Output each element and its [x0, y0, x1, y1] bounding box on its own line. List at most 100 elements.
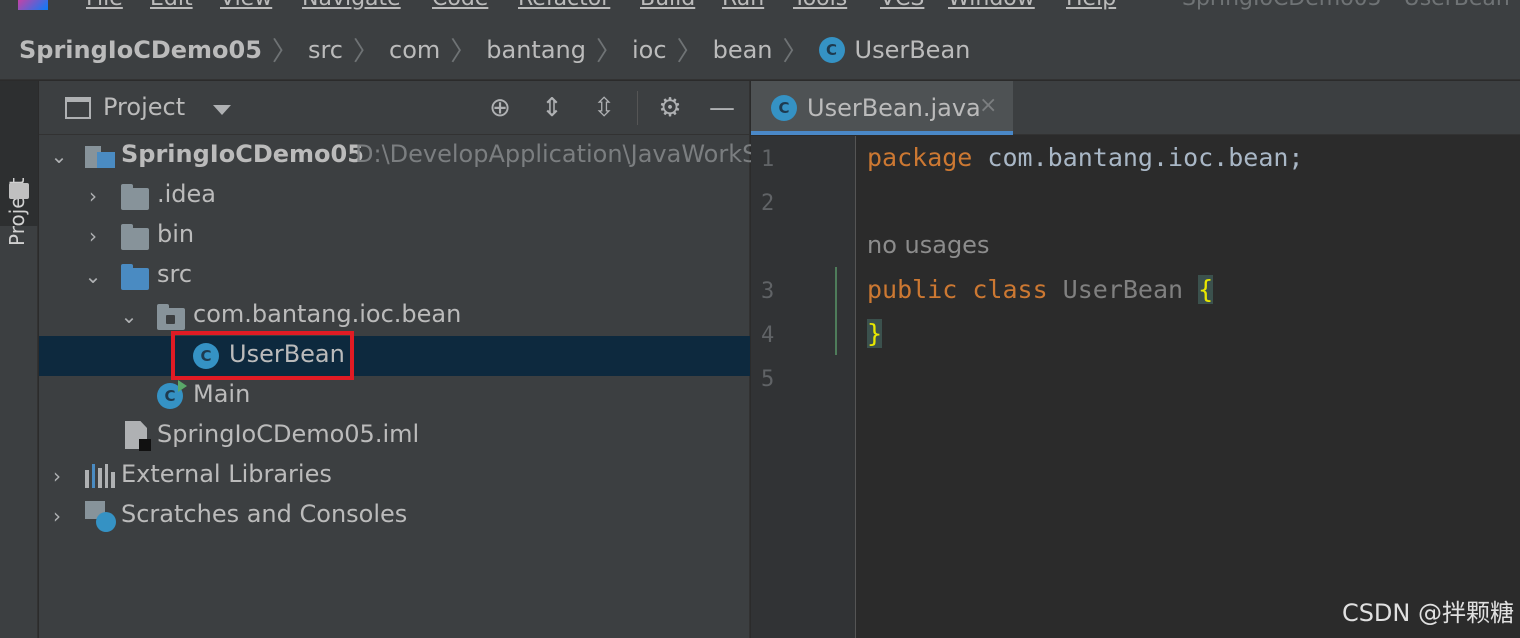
tree-item-label: Main [193, 380, 251, 408]
keyword-package: package [867, 143, 973, 172]
class-name: UserBean [1062, 275, 1184, 304]
breadcrumb-project[interactable]: SpringIoCDemo05 [19, 36, 262, 64]
open-brace: { [1198, 275, 1214, 304]
tree-item-project-root[interactable]: ⌄ SpringIoCDemo05 D:\DevelopApplication\… [39, 136, 757, 176]
code-area[interactable]: package com.bantang.ioc.bean; no usages … [857, 136, 1520, 638]
tree-item-scratches[interactable]: › Scratches and Consoles [39, 496, 750, 536]
menu-code[interactable]: Code [432, 0, 488, 11]
menu-file[interactable]: File [86, 0, 123, 11]
chevron-right-icon: 〉 [450, 37, 477, 67]
code-line-3: public class UserBean { [867, 275, 1214, 304]
menu-build[interactable]: Build [640, 0, 695, 11]
collapse-all-icon[interactable]: ⇳ [589, 93, 619, 123]
tree-item-package[interactable]: ⌄ com.bantang.ioc.bean [39, 296, 750, 336]
vcs-change-marker [835, 267, 837, 355]
tree-item-label: com.bantang.ioc.bean [193, 300, 462, 328]
breadcrumb-bean[interactable]: bean [713, 36, 773, 64]
chevron-right-icon[interactable]: › [83, 184, 103, 208]
breadcrumb-com[interactable]: com [389, 36, 440, 64]
close-icon[interactable]: × [979, 93, 997, 118]
package-name: com.bantang.ioc.bean; [972, 143, 1304, 172]
window-title: SpringIoCDemo05 - UserBean [1182, 0, 1510, 11]
line-number-gutter: 1 2 3 4 5 [751, 136, 856, 638]
tree-item-external-libraries[interactable]: › External Libraries [39, 456, 750, 496]
chevron-right-icon[interactable]: › [47, 464, 67, 488]
tree-item-bin[interactable]: › bin [39, 216, 750, 256]
project-window-icon [65, 97, 91, 119]
menu-tools[interactable]: Tools [793, 0, 847, 11]
tree-item-label: Scratches and Consoles [121, 500, 408, 528]
breadcrumb: SpringIoCDemo05 〉 src 〉 com 〉 bantang 〉 … [0, 20, 1520, 80]
line-number: 1 [761, 147, 775, 172]
class-letter: C [164, 387, 176, 405]
dropdown-arrow-icon[interactable] [213, 105, 231, 115]
menu-window[interactable]: Window [948, 0, 1035, 11]
line-number: 2 [761, 191, 775, 216]
project-panel-title[interactable]: Project [103, 93, 185, 121]
tree-item-label: bin [157, 220, 195, 248]
hide-panel-icon[interactable]: — [707, 93, 737, 123]
keyword-public: public [867, 275, 958, 304]
chevron-right-icon: 〉 [352, 37, 379, 67]
java-class-icon: C [818, 36, 845, 63]
tree-item-main[interactable]: C Main [39, 376, 750, 416]
chevron-right-icon: 〉 [676, 37, 703, 67]
java-main-class-icon: C [157, 380, 187, 409]
menu-vcs[interactable]: VCS [880, 0, 924, 11]
menu-refactor[interactable]: Refactor [518, 0, 610, 11]
chevron-right-icon: 〉 [596, 37, 623, 67]
tree-item-label: External Libraries [121, 460, 332, 488]
menu-edit[interactable]: Edit [150, 0, 193, 11]
menu-view[interactable]: View [220, 0, 272, 11]
tree-item-label: src [157, 260, 193, 288]
intellij-logo-icon [18, 0, 48, 10]
toolbar-divider [637, 91, 638, 125]
tree-item-idea[interactable]: › .idea [39, 176, 750, 216]
code-line-4: } [867, 319, 883, 348]
tree-item-src[interactable]: ⌄ src [39, 256, 750, 296]
tree-item-label: SpringIoCDemo05 [121, 140, 364, 168]
breadcrumb-src[interactable]: src [308, 36, 343, 64]
editor-tab-bar: C UserBean.java × [751, 81, 1520, 135]
watermark: CSDN @拌颗糖 [1341, 599, 1514, 627]
project-tool-tab[interactable]: Project [0, 81, 38, 246]
chevron-down-icon[interactable]: ⌄ [119, 304, 139, 328]
chevron-down-icon[interactable]: ⌄ [49, 144, 69, 168]
breadcrumb-bantang[interactable]: bantang [486, 36, 586, 64]
chevron-down-icon[interactable]: ⌄ [83, 264, 103, 288]
keyword-class: class [957, 275, 1063, 304]
folder-icon [9, 183, 29, 199]
menu-help[interactable]: Help [1066, 0, 1116, 11]
close-brace: } [867, 319, 883, 348]
line-number: 5 [761, 367, 775, 392]
menu-navigate[interactable]: Navigate [302, 0, 401, 11]
line-number: 4 [761, 323, 775, 348]
chevron-right-icon: 〉 [271, 37, 298, 67]
chevron-right-icon[interactable]: › [83, 224, 103, 248]
tree-item-label: .idea [157, 180, 217, 208]
editor: C UserBean.java × 1 2 3 4 5 package com.… [751, 81, 1520, 638]
breadcrumb-ioc[interactable]: ioc [632, 36, 667, 64]
tool-window-stripe: Project [0, 81, 38, 638]
code-line-1: package com.bantang.ioc.bean; [867, 143, 1304, 172]
chevron-right-icon: 〉 [782, 37, 809, 67]
breadcrumb-userbean[interactable]: UserBean [855, 36, 971, 64]
tree-item-iml[interactable]: SpringIoCDemo05.iml [39, 416, 750, 456]
tab-userbean-java[interactable]: C UserBean.java × [751, 81, 1013, 135]
chevron-right-icon[interactable]: › [47, 504, 67, 528]
gear-icon[interactable]: ⚙ [655, 93, 685, 123]
usages-hint[interactable]: no usages [867, 231, 989, 259]
java-class-icon: C [771, 95, 797, 121]
tab-label: UserBean.java [807, 94, 981, 122]
locate-file-icon[interactable]: ⊕ [485, 93, 515, 123]
menu-run[interactable]: Run [722, 0, 764, 11]
tree-item-path: D:\DevelopApplication\JavaWorkS [355, 140, 758, 168]
tree-item-userbean[interactable]: C UserBean [39, 336, 750, 376]
line-number: 3 [761, 279, 775, 304]
tree-item-label: SpringIoCDemo05.iml [157, 420, 420, 448]
project-panel: Project ⊕ ⇕ ⇳ ⚙ — ⌄ SpringIoCDemo05 D:\D… [39, 81, 757, 638]
expand-all-icon[interactable]: ⇕ [537, 93, 567, 123]
project-panel-header: Project ⊕ ⇕ ⇳ ⚙ — [39, 81, 750, 135]
menu-bar: File Edit View Navigate Code Refactor Bu… [0, 0, 1520, 20]
annotation-highlight-box [171, 331, 354, 380]
